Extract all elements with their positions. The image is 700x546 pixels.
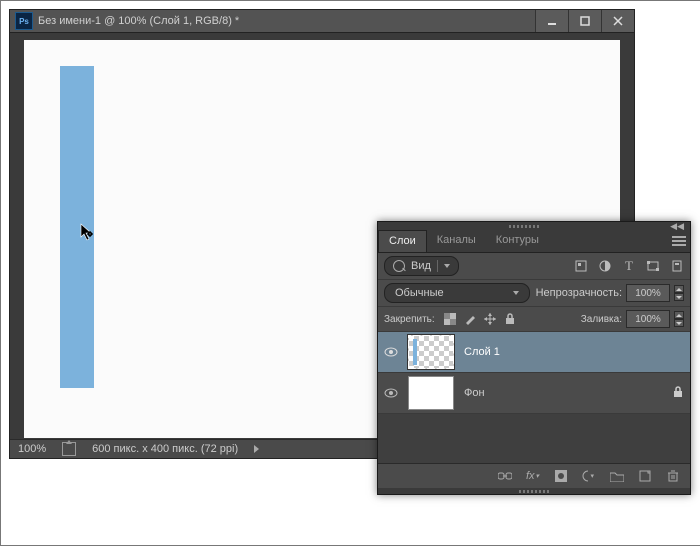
filter-type-icon[interactable]: T: [622, 259, 636, 273]
visibility-toggle-icon[interactable]: [384, 345, 398, 359]
lock-label: Закрепить:: [384, 314, 435, 325]
shape-rectangle[interactable]: [60, 66, 94, 388]
filter-adjustment-icon[interactable]: [598, 259, 612, 273]
filter-pixel-icon[interactable]: [574, 259, 588, 273]
lock-icon[interactable]: [672, 386, 684, 401]
filter-smart-icon[interactable]: [670, 259, 684, 273]
visibility-toggle-icon[interactable]: [384, 386, 398, 400]
close-button[interactable]: [601, 10, 634, 32]
link-layers-icon[interactable]: [498, 469, 512, 483]
layers-panel: ◀◀ Слои Каналы Контуры Вид T Обычные: [377, 221, 691, 495]
panel-grip[interactable]: ◀◀: [378, 222, 690, 230]
mask-icon[interactable]: [554, 469, 568, 483]
search-icon: [393, 260, 405, 272]
layer-row[interactable]: Фон: [378, 373, 690, 414]
titlebar[interactable]: Ps Без имени-1 @ 100% (Слой 1, RGB/8) *: [10, 10, 634, 33]
zoom-level[interactable]: 100%: [18, 443, 46, 455]
fill-label: Заливка:: [581, 314, 622, 325]
lock-transparency-icon[interactable]: [443, 312, 457, 326]
layer-row[interactable]: Слой 1: [378, 332, 690, 373]
layer-list: Слой 1 Фон: [378, 332, 690, 463]
filter-kind-label: Вид: [411, 260, 431, 272]
blend-mode-label: Обычные: [395, 287, 444, 299]
window-title: Без имени-1 @ 100% (Слой 1, RGB/8) *: [38, 15, 535, 27]
opacity-stepper[interactable]: [674, 285, 684, 301]
panel-tabs: Слои Каналы Контуры: [378, 230, 690, 253]
layer-name[interactable]: Слой 1: [464, 346, 500, 358]
export-icon[interactable]: [62, 442, 76, 456]
blend-mode-select[interactable]: Обычные: [384, 283, 530, 303]
lock-position-icon[interactable]: [483, 312, 497, 326]
opacity-label: Непрозрачность:: [536, 287, 622, 299]
chevron-down-icon: [444, 264, 450, 268]
layer-name[interactable]: Фон: [464, 387, 485, 399]
new-layer-icon[interactable]: [638, 469, 652, 483]
panel-footer: fx▾ ▾: [378, 463, 690, 488]
group-icon[interactable]: [610, 469, 624, 483]
opacity-input[interactable]: 100%: [626, 284, 670, 302]
layer-thumbnail[interactable]: [408, 335, 454, 369]
minimize-button[interactable]: [535, 10, 568, 32]
trash-icon[interactable]: [666, 469, 680, 483]
maximize-button[interactable]: [568, 10, 601, 32]
tab-paths[interactable]: Контуры: [486, 230, 549, 252]
doc-info: 600 пикс. x 400 пикс. (72 ppi): [92, 443, 238, 455]
layer-list-empty: [378, 414, 690, 463]
info-arrow-icon[interactable]: [254, 445, 259, 453]
fx-icon[interactable]: fx▾: [526, 469, 540, 483]
adjustment-icon[interactable]: ▾: [582, 469, 596, 483]
fill-input[interactable]: 100%: [626, 310, 670, 328]
chevron-down-icon: [513, 291, 519, 295]
fill-stepper[interactable]: [674, 311, 684, 327]
panel-menu-icon[interactable]: [668, 230, 690, 252]
layer-thumbnail[interactable]: [408, 376, 454, 410]
panel-resize-grip[interactable]: [378, 488, 690, 494]
lock-pixels-icon[interactable]: [463, 312, 477, 326]
lock-all-icon[interactable]: [503, 312, 517, 326]
filter-shape-icon[interactable]: [646, 259, 660, 273]
layer-filter-kind[interactable]: Вид: [384, 256, 459, 276]
tab-channels[interactable]: Каналы: [427, 230, 486, 252]
tab-layers[interactable]: Слои: [378, 230, 427, 252]
app-icon: Ps: [15, 12, 33, 30]
